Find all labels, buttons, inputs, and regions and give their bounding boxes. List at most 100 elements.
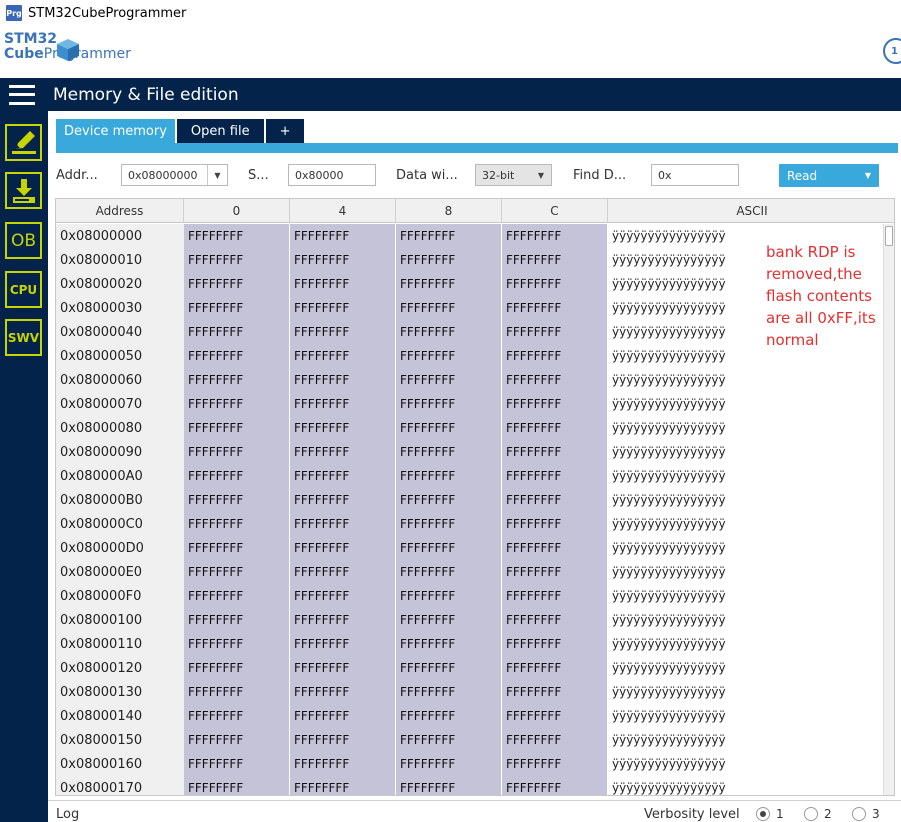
data-cell-4[interactable]: FFFFFFFF [290, 224, 396, 248]
data-cell-0[interactable]: FFFFFFFF [184, 320, 290, 344]
column-header-4[interactable]: 4 [290, 199, 396, 223]
data-cell-4[interactable]: FFFFFFFF [290, 320, 396, 344]
data-cell-0[interactable]: FFFFFFFF [184, 248, 290, 272]
data-cell-4[interactable]: FFFFFFFF [290, 560, 396, 584]
data-cell-8[interactable]: FFFFFFFF [396, 752, 502, 776]
data-cell-8[interactable]: FFFFFFFF [396, 272, 502, 296]
chevron-down-icon[interactable]: ▼ [531, 165, 551, 185]
data-cell-c[interactable]: FFFFFFFF [502, 536, 608, 560]
read-button[interactable]: Read ▼ [779, 164, 879, 187]
data-cell-c[interactable]: FFFFFFFF [502, 368, 608, 392]
data-cell-4[interactable]: FFFFFFFF [290, 512, 396, 536]
data-cell-0[interactable]: FFFFFFFF [184, 416, 290, 440]
data-cell-c[interactable]: FFFFFFFF [502, 512, 608, 536]
chevron-down-icon[interactable]: ▼ [865, 171, 871, 180]
data-cell-4[interactable]: FFFFFFFF [290, 656, 396, 680]
data-cell-c[interactable]: FFFFFFFF [502, 488, 608, 512]
data-cell-c[interactable]: FFFFFFFF [502, 440, 608, 464]
data-cell-4[interactable]: FFFFFFFF [290, 344, 396, 368]
address-combo[interactable]: 0x08000000 ▼ [121, 164, 228, 186]
data-cell-8[interactable]: FFFFFFFF [396, 728, 502, 752]
data-cell-4[interactable]: FFFFFFFF [290, 608, 396, 632]
data-cell-c[interactable]: FFFFFFFF [502, 704, 608, 728]
data-cell-8[interactable]: FFFFFFFF [396, 632, 502, 656]
column-header-0[interactable]: 0 [184, 199, 290, 223]
data-cell-8[interactable]: FFFFFFFF [396, 296, 502, 320]
data-cell-4[interactable]: FFFFFFFF [290, 392, 396, 416]
verbosity-radio-1[interactable] [756, 807, 770, 821]
data-cell-4[interactable]: FFFFFFFF [290, 488, 396, 512]
data-cell-4[interactable]: FFFFFFFF [290, 536, 396, 560]
menu-icon[interactable] [9, 84, 35, 105]
data-cell-8[interactable]: FFFFFFFF [396, 680, 502, 704]
data-cell-4[interactable]: FFFFFFFF [290, 248, 396, 272]
data-cell-4[interactable]: FFFFFFFF [290, 632, 396, 656]
data-cell-c[interactable]: FFFFFFFF [502, 584, 608, 608]
data-cell-c[interactable]: FFFFFFFF [502, 464, 608, 488]
data-cell-4[interactable]: FFFFFFFF [290, 680, 396, 704]
data-cell-c[interactable]: FFFFFFFF [502, 608, 608, 632]
data-cell-0[interactable]: FFFFFFFF [184, 728, 290, 752]
data-cell-4[interactable]: FFFFFFFF [290, 584, 396, 608]
tab-add[interactable]: + [265, 119, 305, 143]
sidebar-item-download[interactable] [5, 172, 42, 209]
data-cell-c[interactable]: FFFFFFFF [502, 728, 608, 752]
find-data-input[interactable]: 0x [651, 164, 739, 186]
data-cell-4[interactable]: FFFFFFFF [290, 776, 396, 795]
data-cell-0[interactable]: FFFFFFFF [184, 368, 290, 392]
data-cell-c[interactable]: FFFFFFFF [502, 776, 608, 795]
data-cell-c[interactable]: FFFFFFFF [502, 416, 608, 440]
data-cell-c[interactable]: FFFFFFFF [502, 752, 608, 776]
data-cell-8[interactable]: FFFFFFFF [396, 584, 502, 608]
data-cell-8[interactable]: FFFFFFFF [396, 656, 502, 680]
data-cell-8[interactable]: FFFFFFFF [396, 536, 502, 560]
size-input[interactable]: 0x80000 [288, 164, 376, 186]
data-cell-8[interactable]: FFFFFFFF [396, 248, 502, 272]
verbosity-radio-3[interactable] [852, 807, 866, 821]
data-cell-8[interactable]: FFFFFFFF [396, 440, 502, 464]
data-cell-c[interactable]: FFFFFFFF [502, 560, 608, 584]
data-cell-0[interactable]: FFFFFFFF [184, 584, 290, 608]
data-cell-0[interactable]: FFFFFFFF [184, 608, 290, 632]
chevron-down-icon[interactable]: ▼ [207, 165, 227, 185]
sidebar-item-ob[interactable]: OB [5, 222, 42, 259]
tab-device-memory[interactable]: Device memory [56, 119, 175, 143]
data-cell-0[interactable]: FFFFFFFF [184, 776, 290, 795]
data-cell-c[interactable]: FFFFFFFF [502, 344, 608, 368]
data-cell-8[interactable]: FFFFFFFF [396, 392, 502, 416]
data-cell-8[interactable]: FFFFFFFF [396, 776, 502, 795]
data-cell-8[interactable]: FFFFFFFF [396, 704, 502, 728]
data-cell-c[interactable]: FFFFFFFF [502, 224, 608, 248]
data-cell-0[interactable]: FFFFFFFF [184, 752, 290, 776]
data-cell-c[interactable]: FFFFFFFF [502, 248, 608, 272]
column-header-8[interactable]: 8 [396, 199, 502, 223]
data-cell-0[interactable]: FFFFFFFF [184, 296, 290, 320]
data-cell-c[interactable]: FFFFFFFF [502, 632, 608, 656]
data-cell-4[interactable]: FFFFFFFF [290, 704, 396, 728]
sidebar-item-memory-edit[interactable] [5, 124, 42, 161]
data-cell-8[interactable]: FFFFFFFF [396, 416, 502, 440]
data-cell-8[interactable]: FFFFFFFF [396, 344, 502, 368]
data-cell-4[interactable]: FFFFFFFF [290, 296, 396, 320]
data-cell-4[interactable]: FFFFFFFF [290, 416, 396, 440]
column-header-c[interactable]: C [502, 199, 608, 223]
sidebar-item-swv[interactable]: SWV [5, 319, 42, 356]
data-cell-0[interactable]: FFFFFFFF [184, 656, 290, 680]
data-cell-0[interactable]: FFFFFFFF [184, 560, 290, 584]
data-cell-0[interactable]: FFFFFFFF [184, 704, 290, 728]
data-cell-0[interactable]: FFFFFFFF [184, 464, 290, 488]
verbosity-radio-2[interactable] [804, 807, 818, 821]
data-cell-8[interactable]: FFFFFFFF [396, 512, 502, 536]
data-cell-0[interactable]: FFFFFFFF [184, 512, 290, 536]
data-cell-8[interactable]: FFFFFFFF [396, 368, 502, 392]
data-cell-8[interactable]: FFFFFFFF [396, 488, 502, 512]
data-cell-c[interactable]: FFFFFFFF [502, 680, 608, 704]
data-cell-4[interactable]: FFFFFFFF [290, 272, 396, 296]
data-cell-8[interactable]: FFFFFFFF [396, 608, 502, 632]
data-cell-c[interactable]: FFFFFFFF [502, 272, 608, 296]
column-header-address[interactable]: Address [56, 199, 184, 223]
data-cell-0[interactable]: FFFFFFFF [184, 632, 290, 656]
data-cell-4[interactable]: FFFFFFFF [290, 464, 396, 488]
data-cell-0[interactable]: FFFFFFFF [184, 272, 290, 296]
data-cell-8[interactable]: FFFFFFFF [396, 320, 502, 344]
